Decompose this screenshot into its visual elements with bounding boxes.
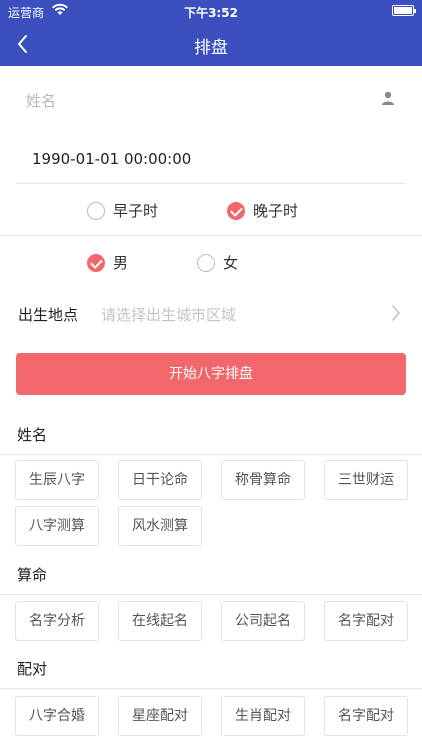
- radio-early-zishi[interactable]: 早子时: [87, 200, 158, 221]
- start-bazi-button[interactable]: 开始八字排盘: [16, 353, 406, 395]
- radio-checked-icon: [87, 253, 105, 272]
- name-input[interactable]: 姓名: [0, 66, 422, 132]
- radio-female[interactable]: 女: [197, 252, 238, 273]
- section-title: 配对: [17, 660, 48, 678]
- tag-button[interactable]: 名字分析: [15, 601, 99, 641]
- tag-button[interactable]: 八字合婚: [15, 696, 99, 736]
- radio-label: 女: [223, 254, 239, 272]
- tag-button[interactable]: 星座配对: [118, 696, 202, 736]
- tag-button[interactable]: 公司起名: [221, 601, 305, 641]
- birthplace-selector[interactable]: 出生地点 请选择出生城市区域: [0, 288, 422, 336]
- tag-button[interactable]: 八字测算: [15, 506, 99, 546]
- divider: [0, 688, 422, 689]
- tag-button[interactable]: 生肖配对: [221, 696, 305, 736]
- tag-button[interactable]: 生辰八字: [15, 460, 99, 500]
- radio-unchecked-icon: [197, 253, 215, 272]
- tag-button[interactable]: 日干论命: [118, 460, 202, 500]
- radio-male[interactable]: 男: [87, 252, 128, 273]
- divider: [0, 454, 422, 455]
- clock: 下午3:52: [184, 6, 238, 20]
- datetime-field[interactable]: 1990-01-01 00:00:00: [0, 132, 422, 184]
- page-title: 排盘: [194, 38, 228, 58]
- tag-button[interactable]: 三世财运: [324, 460, 408, 500]
- datetime-value: 1990-01-01 00:00:00: [32, 150, 192, 168]
- birthplace-placeholder: 请选择出生城市区域: [101, 306, 237, 324]
- tag-button[interactable]: 名字配对: [324, 696, 408, 736]
- radio-checked-icon: [227, 201, 245, 220]
- radio-label: 早子时: [113, 202, 159, 220]
- name-placeholder: 姓名: [26, 92, 57, 110]
- status-bar: 运营商 下午3:52: [0, 0, 422, 22]
- gender-radio-group: 男 女: [0, 236, 422, 288]
- nav-bar: 排盘: [0, 22, 422, 66]
- radio-late-zishi[interactable]: 晚子时: [227, 200, 298, 221]
- person-icon[interactable]: [380, 90, 396, 106]
- tag-button[interactable]: 在线起名: [118, 601, 202, 641]
- radio-label: 晚子时: [253, 202, 299, 220]
- section-title: 算命: [17, 566, 48, 584]
- tag-button[interactable]: 名字配对: [324, 601, 408, 641]
- chevron-right-icon: [390, 304, 402, 322]
- zishi-radio-group: 早子时 晚子时: [0, 184, 422, 236]
- battery-icon: [392, 5, 416, 16]
- radio-unchecked-icon: [87, 201, 105, 220]
- birthplace-label: 出生地点: [18, 306, 79, 324]
- radio-label: 男: [113, 254, 129, 272]
- tag-button[interactable]: 风水测算: [118, 506, 202, 546]
- section-title: 姓名: [17, 426, 48, 444]
- tag-button[interactable]: 称骨算命: [221, 460, 305, 500]
- divider: [0, 594, 422, 595]
